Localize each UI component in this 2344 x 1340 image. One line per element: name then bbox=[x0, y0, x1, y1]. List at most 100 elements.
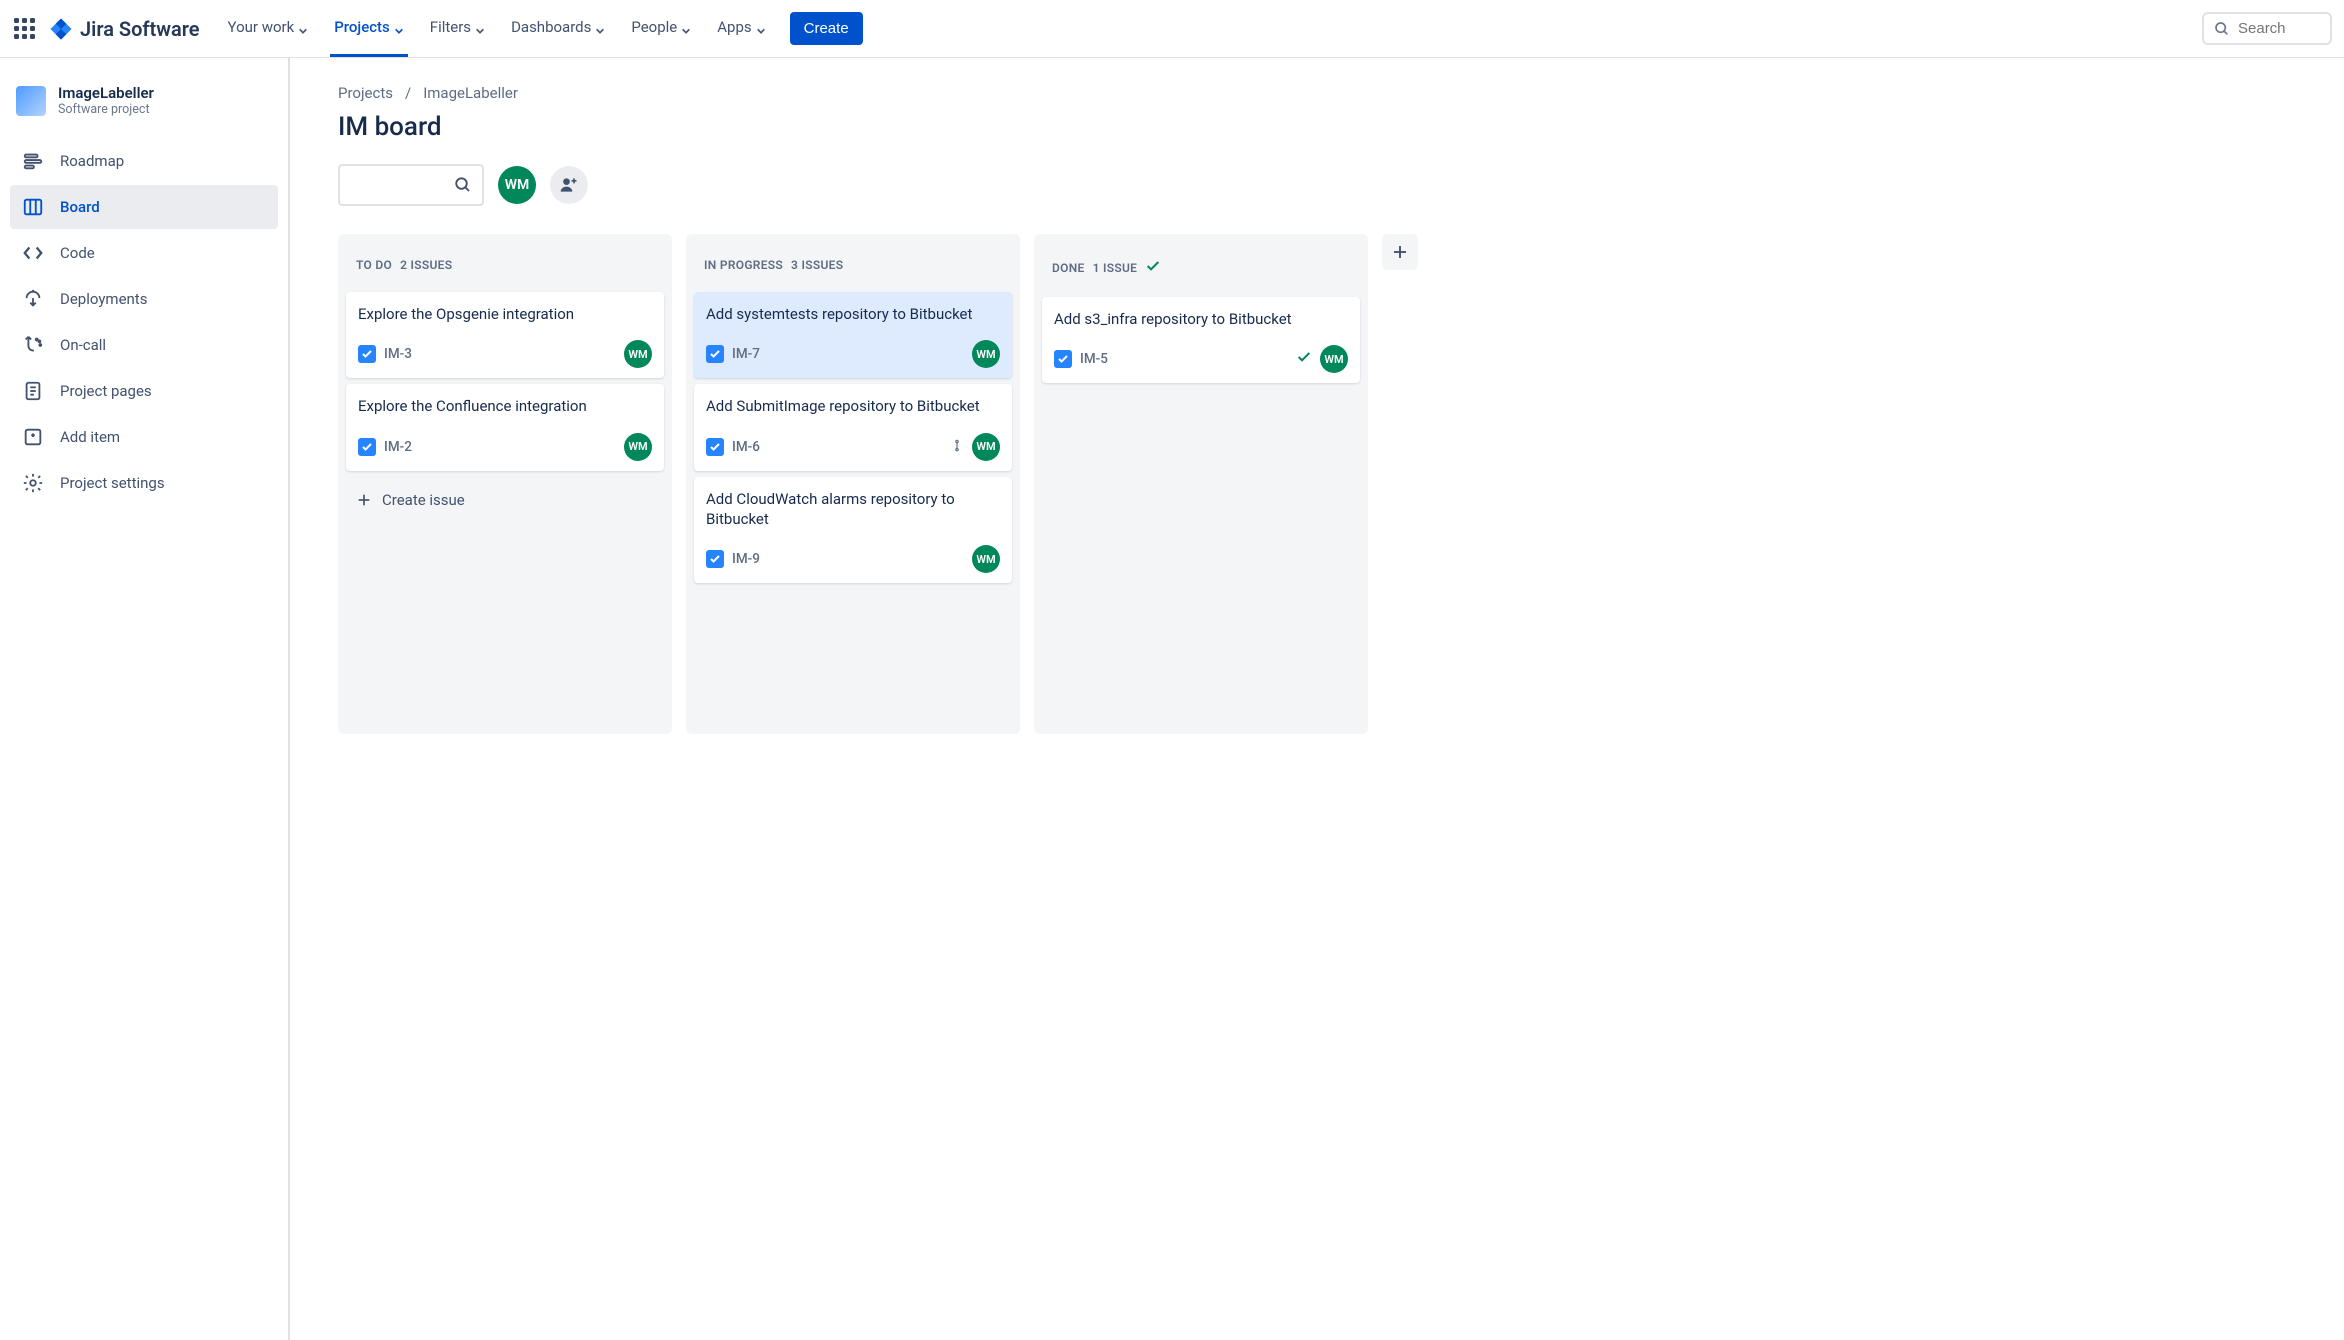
layout: ImageLabeller Software project Roadmap Bo… bbox=[0, 58, 2344, 1340]
sidebar-item-label: Board bbox=[60, 198, 100, 216]
sidebar-item-label: On-call bbox=[60, 336, 106, 354]
nav-item-dashboards[interactable]: Dashboards bbox=[507, 0, 609, 57]
card-title: Add s3_infra repository to Bitbucket bbox=[1054, 309, 1348, 329]
issue-key: IM-5 bbox=[1080, 351, 1108, 367]
nav-item-filters[interactable]: Filters bbox=[426, 0, 489, 57]
plus-icon bbox=[356, 492, 372, 508]
task-type-icon bbox=[706, 345, 724, 363]
project-header[interactable]: ImageLabeller Software project bbox=[10, 84, 278, 139]
column-done: Done1 issue Add s3_infra repository to Bi… bbox=[1034, 234, 1368, 734]
column-name: Done bbox=[1052, 261, 1085, 275]
assignee-avatar[interactable]: WM bbox=[1320, 345, 1348, 373]
sidebar-item-add-item[interactable]: Add item bbox=[10, 415, 278, 459]
column-name: To Do bbox=[356, 258, 392, 272]
column-count: 2 issues bbox=[400, 258, 452, 272]
card-footer: IM-3WM bbox=[358, 340, 652, 368]
sidebar-item-board[interactable]: Board bbox=[10, 185, 278, 229]
task-type-icon bbox=[358, 438, 376, 456]
issue-key: IM-2 bbox=[384, 439, 412, 455]
sidebar-icon bbox=[22, 150, 44, 172]
jira-logo[interactable]: Jira Software bbox=[48, 16, 200, 42]
global-search[interactable] bbox=[2202, 12, 2332, 45]
sidebar-item-project-pages[interactable]: Project pages bbox=[10, 369, 278, 413]
board-filters: WM bbox=[338, 164, 2344, 206]
task-type-icon bbox=[1054, 350, 1072, 368]
assignee-avatar[interactable]: WM bbox=[624, 340, 652, 368]
create-issue-button[interactable]: Create issue bbox=[346, 481, 664, 519]
global-search-input[interactable] bbox=[2238, 20, 2318, 37]
board: To Do 2 issues Explore the Opsgenie integr… bbox=[338, 234, 2344, 734]
user-avatar[interactable]: WM bbox=[498, 166, 536, 204]
sidebar-item-label: Add item bbox=[60, 428, 120, 446]
assignee-avatar[interactable]: WM bbox=[624, 433, 652, 461]
breadcrumb-separator: / bbox=[405, 84, 411, 102]
add-column-button[interactable] bbox=[1382, 234, 1418, 270]
sidebar-icon bbox=[22, 242, 44, 264]
done-check-icon bbox=[1145, 258, 1161, 277]
column-header[interactable]: In Progress3 issues bbox=[694, 248, 1012, 286]
assignee-avatar[interactable]: WM bbox=[972, 433, 1000, 461]
column-to-do: To Do 2 issues Explore the Opsgenie integr… bbox=[338, 234, 672, 734]
breadcrumb-root[interactable]: Projects bbox=[338, 84, 393, 102]
top-nav: Jira Software Your work Projects Filters Da… bbox=[0, 0, 2344, 58]
issue-key: IM-6 bbox=[732, 439, 760, 455]
breadcrumb: Projects / ImageLabeller bbox=[338, 84, 2344, 102]
sidebar-icon bbox=[22, 334, 44, 356]
sidebar-item-on-call[interactable]: On-call bbox=[10, 323, 278, 367]
chevron-down-icon bbox=[681, 22, 691, 32]
project-avatar bbox=[16, 86, 46, 116]
issue-card[interactable]: Add CloudWatch alarms repository to Bitb… bbox=[694, 477, 1012, 584]
search-icon bbox=[2214, 21, 2230, 37]
card-title: Explore the Opsgenie integration bbox=[358, 304, 652, 324]
card-title: Add SubmitImage repository to Bitbucket bbox=[706, 396, 1000, 416]
sidebar-item-deployments[interactable]: Deployments bbox=[10, 277, 278, 321]
chevron-down-icon bbox=[475, 22, 485, 32]
logo-text: Jira Software bbox=[80, 17, 200, 41]
nav-item-label: People bbox=[631, 18, 677, 36]
board-search[interactable] bbox=[338, 164, 484, 206]
nav-item-label: Dashboards bbox=[511, 18, 591, 36]
issue-card[interactable]: Add s3_infra repository to Bitbucket IM-5… bbox=[1042, 297, 1360, 383]
nav-items: Your work Projects Filters Dashboards People… bbox=[224, 0, 770, 57]
card-title: Explore the Confluence integration bbox=[358, 396, 652, 416]
create-button[interactable]: Create bbox=[790, 12, 863, 45]
nav-item-people[interactable]: People bbox=[627, 0, 695, 57]
breadcrumb-current[interactable]: ImageLabeller bbox=[423, 84, 518, 102]
task-type-icon bbox=[358, 345, 376, 363]
search-icon bbox=[454, 176, 472, 194]
card-footer: IM-5 WM bbox=[1054, 345, 1348, 373]
card-footer: IM-7 WM bbox=[706, 340, 1000, 368]
nav-item-apps[interactable]: Apps bbox=[713, 0, 769, 57]
nav-item-your-work[interactable]: Your work bbox=[224, 0, 313, 57]
project-subtitle: Software project bbox=[58, 102, 154, 117]
add-people-button[interactable] bbox=[550, 166, 588, 204]
sidebar-item-label: Roadmap bbox=[60, 152, 124, 170]
chevron-down-icon bbox=[298, 22, 308, 32]
card-footer: IM-6 WM bbox=[706, 433, 1000, 461]
issue-card[interactable]: Explore the Confluence integration IM-2 WM bbox=[346, 384, 664, 470]
sidebar-item-label: Project pages bbox=[60, 382, 152, 400]
sidebar-icon bbox=[22, 380, 44, 402]
column-header[interactable]: To Do 2 issues bbox=[346, 248, 664, 286]
jira-logo-icon bbox=[48, 16, 74, 42]
sidebar-item-code[interactable]: Code bbox=[10, 231, 278, 275]
nav-item-label: Filters bbox=[430, 18, 471, 36]
issue-card[interactable]: Explore the Opsgenie integration IM-3WM bbox=[346, 292, 664, 378]
app-switcher-icon[interactable] bbox=[12, 17, 36, 41]
project-name: ImageLabeller bbox=[58, 84, 154, 102]
nav-item-label: Projects bbox=[334, 18, 390, 36]
chevron-down-icon bbox=[394, 22, 404, 32]
assignee-avatar[interactable]: WM bbox=[972, 545, 1000, 573]
issue-card[interactable]: Add systemtests repository to BitbucketI… bbox=[694, 292, 1012, 378]
issue-card[interactable]: Add SubmitImage repository to Bitbucket I… bbox=[694, 384, 1012, 470]
sidebar-item-label: Deployments bbox=[60, 290, 147, 308]
sidebar-item-roadmap[interactable]: Roadmap bbox=[10, 139, 278, 183]
assignee-avatar[interactable]: WM bbox=[972, 340, 1000, 368]
issue-key: IM-7 bbox=[732, 346, 760, 362]
nav-item-projects[interactable]: Projects bbox=[330, 0, 408, 57]
done-check-icon bbox=[1296, 349, 1312, 369]
column-header[interactable]: Done1 issue bbox=[1042, 248, 1360, 291]
chevron-down-icon bbox=[595, 22, 605, 32]
sidebar-icon bbox=[22, 288, 44, 310]
sidebar-item-project-settings[interactable]: Project settings bbox=[10, 461, 278, 505]
